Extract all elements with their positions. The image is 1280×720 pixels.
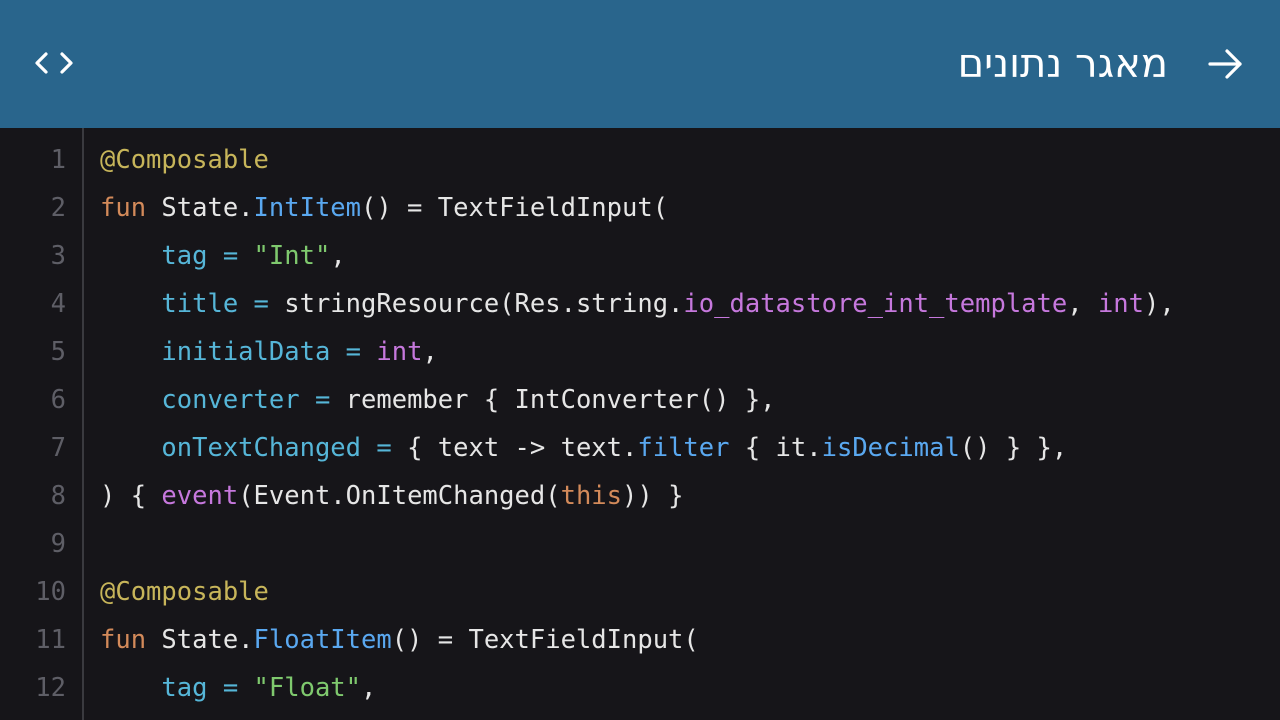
code-token: = bbox=[361, 433, 408, 463]
code-line: 7 onTextChanged = { text -> text.filter … bbox=[0, 424, 1280, 472]
line-number: 9 bbox=[50, 529, 66, 559]
line-number: 2 bbox=[50, 193, 66, 223]
code-token: onTextChanged bbox=[161, 433, 362, 463]
line-number: 3 bbox=[50, 241, 66, 271]
code-token: title bbox=[161, 289, 239, 319]
code-text: converter = remember { IntConverter() }, bbox=[100, 376, 776, 424]
code-line: 11 fun State.FloatItem() = TextFieldInput… bbox=[0, 616, 1280, 664]
code-text: @Composable bbox=[100, 568, 269, 616]
code-token: fun bbox=[100, 193, 147, 223]
line-number: 1 bbox=[50, 145, 66, 175]
code-token: () = TextFieldInput( bbox=[361, 193, 669, 223]
code-token: State. bbox=[146, 625, 254, 655]
code-line: 1 @Composable bbox=[0, 136, 1280, 184]
code-token: @Composable bbox=[100, 145, 269, 175]
code-token: @Composable bbox=[100, 577, 269, 607]
line-number: 6 bbox=[50, 385, 66, 415]
code-token: , bbox=[422, 337, 438, 367]
code-token: stringResource(Res.string. bbox=[284, 289, 684, 319]
code-token: "Int" bbox=[253, 241, 331, 271]
code-text: fun State.FloatItem() = TextFieldInput( bbox=[100, 616, 699, 664]
code-token: , bbox=[330, 241, 346, 271]
code-text: initialData = int, bbox=[100, 328, 438, 376]
line-number: 12 bbox=[35, 673, 66, 703]
code-token: initialData bbox=[161, 337, 331, 367]
code-text: tag = "Float", bbox=[100, 664, 376, 712]
code-line: 8 ) { event(Event.OnItemChanged(this)) } bbox=[0, 472, 1280, 520]
code-token: converter bbox=[161, 385, 300, 415]
code-token: tag bbox=[161, 673, 208, 703]
code-token: event bbox=[161, 481, 239, 511]
line-number: 4 bbox=[50, 289, 66, 319]
code-line: 6 converter = remember { IntConverter() … bbox=[0, 376, 1280, 424]
code-token: io_datastore_int_template bbox=[683, 289, 1068, 319]
code-token: = bbox=[330, 337, 377, 367]
page-title: מאגר נתונים bbox=[957, 41, 1168, 87]
code-token: = bbox=[299, 385, 346, 415]
code-token: remember { IntConverter() }, bbox=[345, 385, 776, 415]
code-token: , bbox=[361, 673, 377, 703]
code-text: ) { event(Event.OnItemChanged(this)) } bbox=[100, 472, 683, 520]
code-token: filter bbox=[637, 433, 730, 463]
code-token: = bbox=[207, 241, 254, 271]
line-number: 10 bbox=[35, 577, 66, 607]
code-token: ) { bbox=[100, 481, 162, 511]
top-app-bar: מאגר נתונים bbox=[0, 0, 1280, 128]
code-token: IntItem bbox=[253, 193, 361, 223]
code-line: 4 title = stringResource(Res.string.io_d… bbox=[0, 280, 1280, 328]
arrow-right-icon[interactable] bbox=[1206, 44, 1246, 84]
code-line: 5 initialData = int, bbox=[0, 328, 1280, 376]
code-brackets-icon[interactable] bbox=[32, 44, 80, 84]
line-number: 7 bbox=[50, 433, 66, 463]
code-token: this bbox=[560, 481, 623, 511]
code-text: onTextChanged = { text -> text.filter { … bbox=[100, 424, 1067, 472]
code-token: fun bbox=[100, 625, 147, 655]
line-number: 8 bbox=[50, 481, 66, 511]
code-text: tag = "Int", bbox=[100, 232, 346, 280]
code-line: 9 bbox=[0, 520, 1280, 568]
code-text: fun State.IntItem() = TextFieldInput( bbox=[100, 184, 668, 232]
code-token: State. bbox=[146, 193, 254, 223]
code-line: 2 fun State.IntItem() = TextFieldInput( bbox=[0, 184, 1280, 232]
code-token: "Float" bbox=[253, 673, 362, 703]
code-token: (Event.OnItemChanged( bbox=[238, 481, 561, 511]
line-number: 11 bbox=[35, 625, 66, 655]
code-token: isDecimal bbox=[821, 433, 960, 463]
code-token: int bbox=[376, 337, 423, 367]
code-token: () } }, bbox=[959, 433, 1068, 463]
code-line: 12 tag = "Float", bbox=[0, 664, 1280, 712]
code-token: { text -> text. bbox=[407, 433, 638, 463]
code-token: ), bbox=[1144, 289, 1175, 319]
code-text: @Composable bbox=[100, 136, 269, 184]
code-text: title = stringResource(Res.string.io_dat… bbox=[100, 280, 1175, 328]
code-token: FloatItem bbox=[253, 625, 392, 655]
code-token: )) } bbox=[622, 481, 684, 511]
code-line: 10 @Composable bbox=[0, 568, 1280, 616]
code-token: , bbox=[1067, 289, 1098, 319]
code-token: { it. bbox=[729, 433, 822, 463]
line-number: 5 bbox=[50, 337, 66, 367]
code-token: tag bbox=[161, 241, 208, 271]
code-token: = bbox=[238, 289, 285, 319]
code-token: int bbox=[1097, 289, 1145, 319]
code-editor[interactable]: 1 @Composable 2 fun State.IntItem() = TextF… bbox=[0, 128, 1280, 720]
code-token: () = TextFieldInput( bbox=[391, 625, 699, 655]
code-token: = bbox=[207, 673, 254, 703]
code-line: 3 tag = "Int", bbox=[0, 232, 1280, 280]
